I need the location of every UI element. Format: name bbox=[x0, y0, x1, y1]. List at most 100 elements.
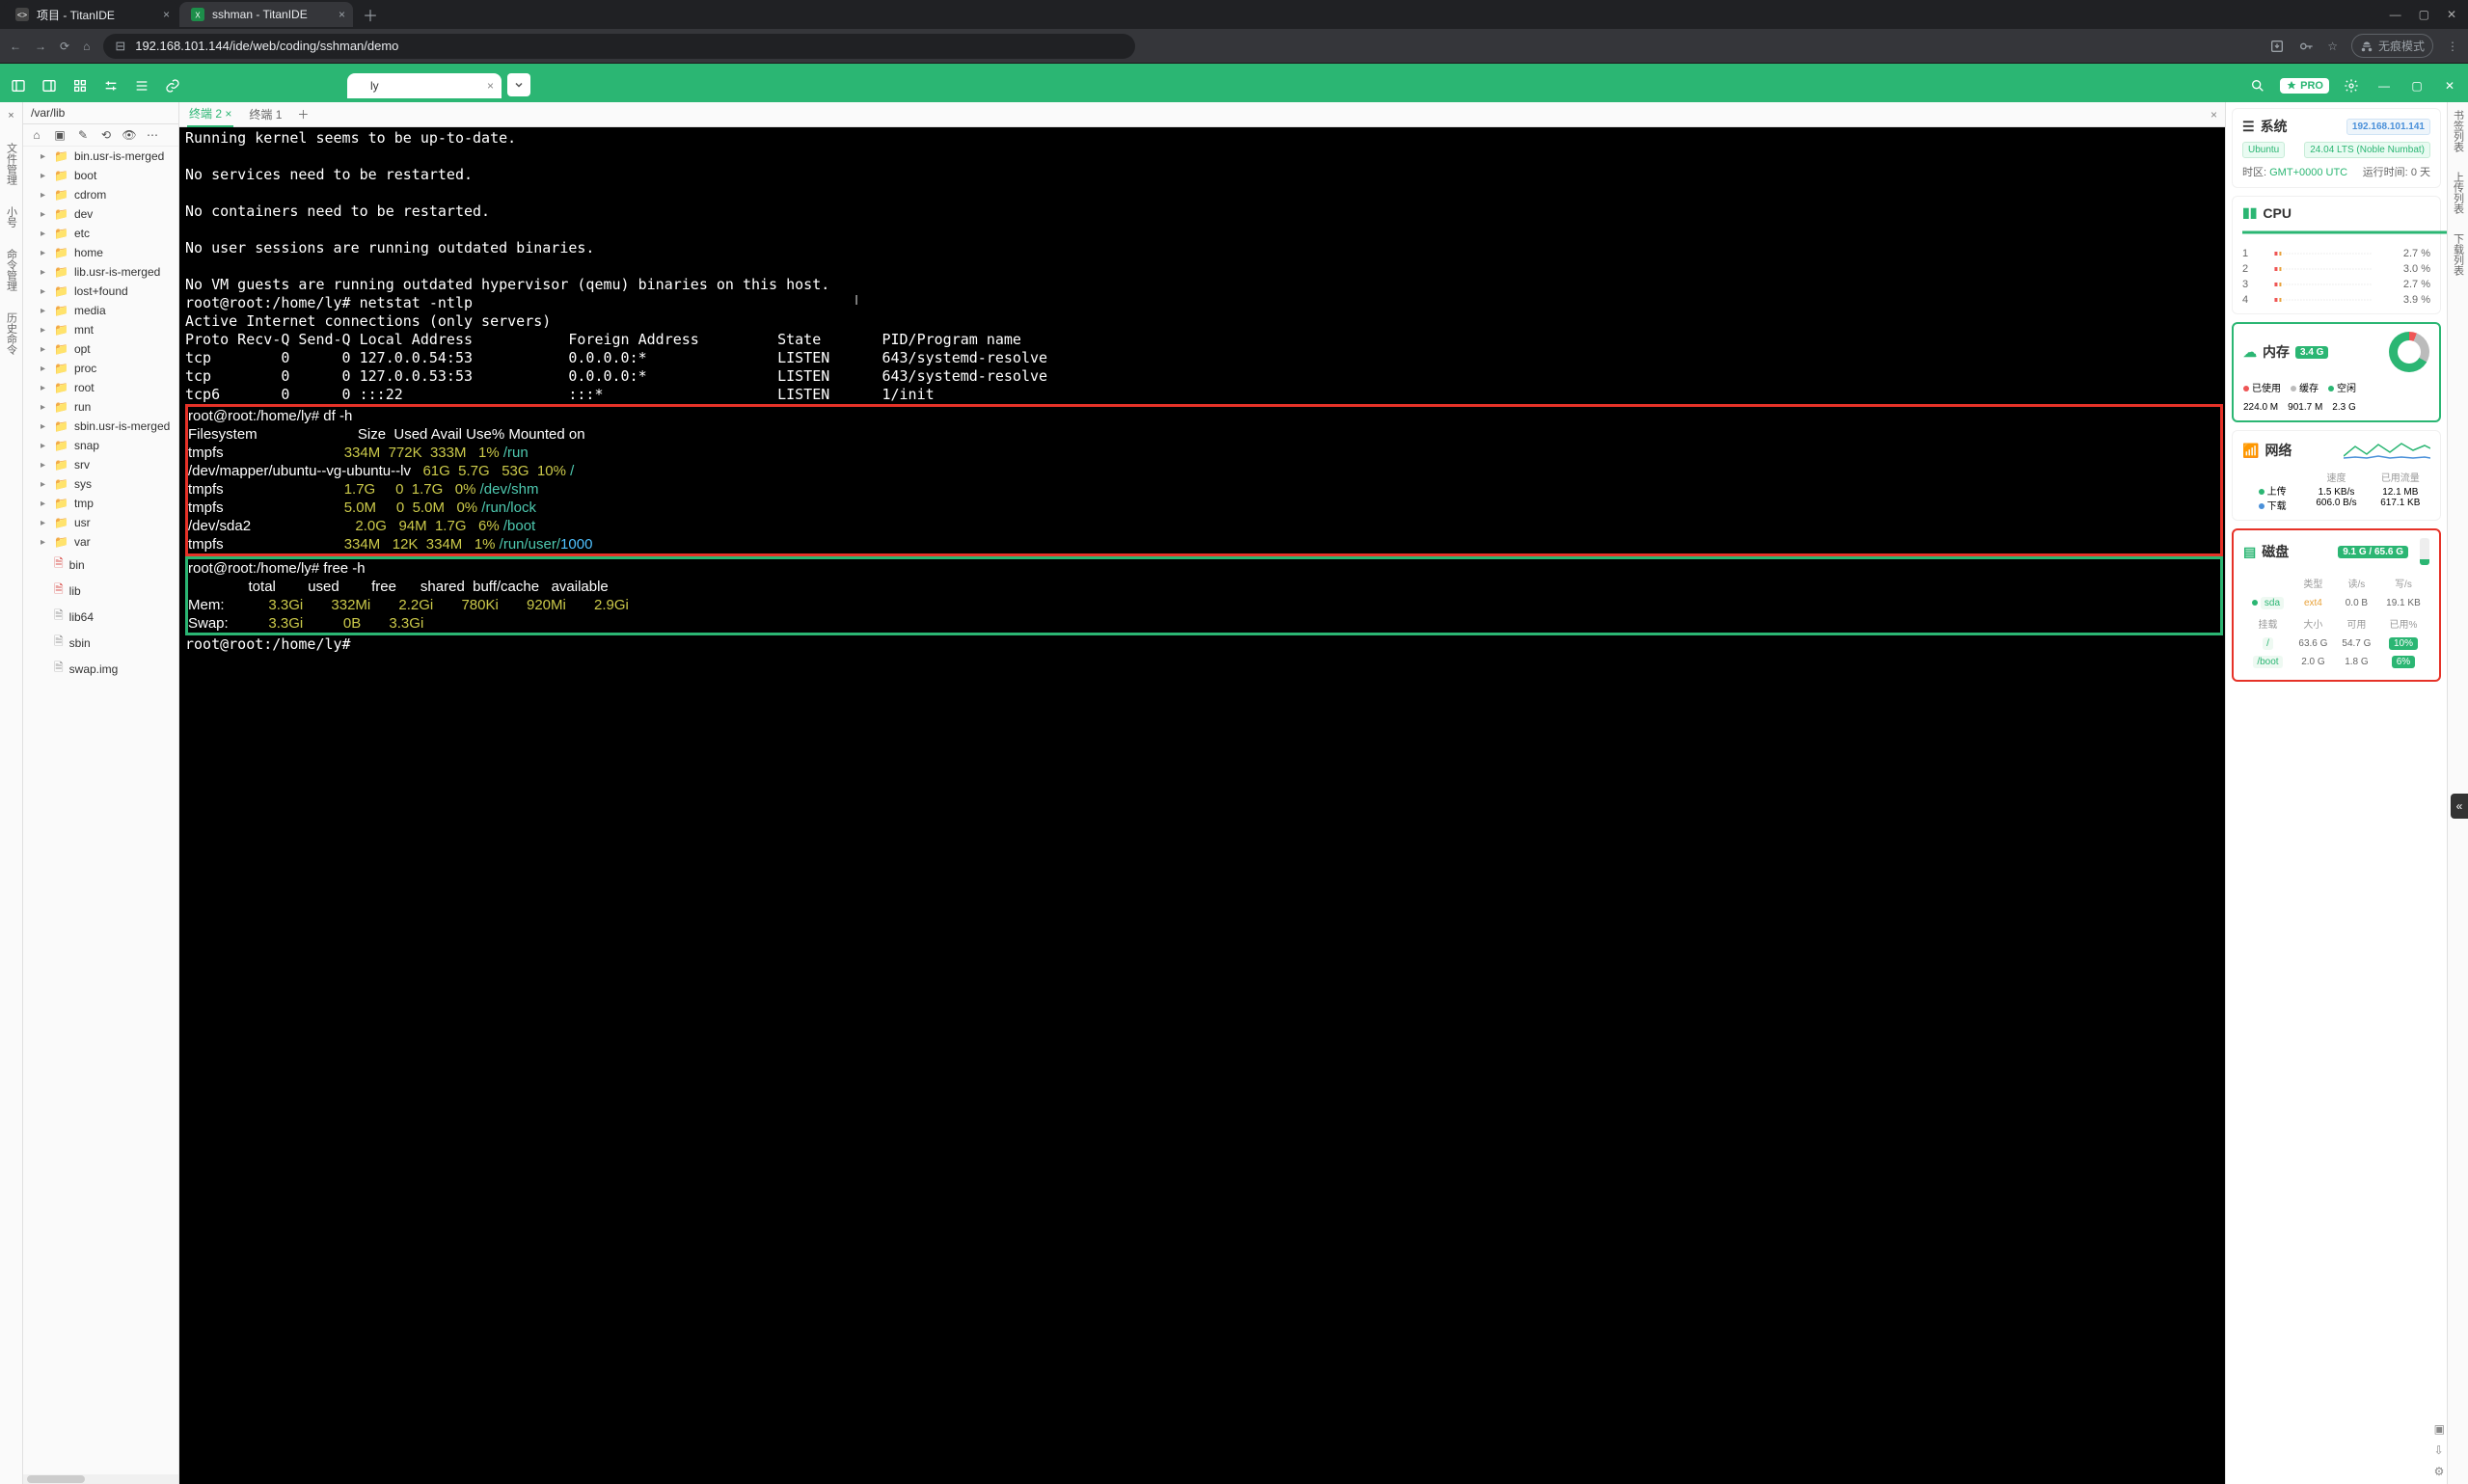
file-tree-item[interactable]: ▸📁bin.usr-is-merged bbox=[23, 147, 178, 166]
file-tree-list[interactable]: ▸📁bin.usr-is-merged▸📁boot▸📁cdrom▸📁dev▸📁e… bbox=[23, 147, 178, 1474]
terminal-tab-1[interactable]: 终端 1 bbox=[247, 102, 284, 126]
pro-badge[interactable]: PRO bbox=[2280, 78, 2329, 94]
close-icon[interactable]: × bbox=[163, 8, 170, 21]
sliders-icon[interactable] bbox=[100, 75, 122, 96]
minimize-icon[interactable]: — bbox=[2390, 8, 2401, 21]
rail-alt[interactable]: 小号 bbox=[4, 206, 19, 228]
reload-icon[interactable]: ⟳ bbox=[60, 40, 69, 53]
close-terminal-panel-icon[interactable]: × bbox=[2210, 108, 2217, 121]
close-icon[interactable]: × bbox=[339, 8, 345, 21]
new-file-icon[interactable]: ✎ bbox=[75, 128, 91, 142]
file-tree-item[interactable]: ▸📁cdrom bbox=[23, 185, 178, 204]
bookmark-icon[interactable]: ☆ bbox=[2327, 40, 2338, 53]
file-tree-item[interactable]: ▸📁usr bbox=[23, 513, 178, 532]
rail-files[interactable]: 文件管理 bbox=[4, 143, 19, 185]
file-tree-item[interactable]: ▸📁tmp bbox=[23, 494, 178, 513]
rail-history[interactable]: 历史命令 bbox=[4, 312, 19, 355]
rail-cmd[interactable]: 命令管理 bbox=[4, 249, 19, 291]
terminal-tab-2[interactable]: 终端 2 × bbox=[187, 101, 233, 127]
file-tree-item[interactable]: ▸📁lost+found bbox=[23, 282, 178, 301]
eye-icon[interactable]: 👁 bbox=[122, 128, 137, 142]
minimize-icon[interactable]: — bbox=[2373, 75, 2395, 96]
new-tab-button[interactable]: ＋ bbox=[363, 3, 378, 26]
password-icon[interactable] bbox=[2298, 39, 2314, 54]
file-tree-item[interactable]: 🗎lib bbox=[23, 578, 178, 604]
install-icon[interactable] bbox=[2269, 39, 2285, 54]
file-tree-item[interactable]: ▸📁dev bbox=[23, 204, 178, 224]
close-window-icon[interactable]: ✕ bbox=[2447, 8, 2456, 21]
code-favicon-icon: <> bbox=[15, 8, 29, 21]
refresh-icon[interactable]: ⟲ bbox=[98, 128, 114, 142]
file-tree-item[interactable]: 🗎sbin bbox=[23, 630, 178, 656]
file-tree-item-label: run bbox=[74, 400, 91, 414]
disk-read: 0.0 B bbox=[2336, 595, 2377, 611]
file-tree-item[interactable]: ▸📁home bbox=[23, 243, 178, 262]
file-tree-item[interactable]: ▸📁srv bbox=[23, 455, 178, 474]
add-terminal-button[interactable]: ＋ bbox=[297, 106, 309, 122]
settings-icon[interactable]: ⚙ bbox=[2434, 1465, 2445, 1478]
search-icon[interactable] bbox=[2247, 75, 2268, 96]
layout-icon[interactable]: ▣ bbox=[2434, 1422, 2445, 1436]
file-tree-item[interactable]: ▸📁var bbox=[23, 532, 178, 552]
rail-upload[interactable]: 上传列表 bbox=[2451, 172, 2466, 214]
panel-right-icon[interactable] bbox=[39, 75, 60, 96]
close-icon[interactable]: ✕ bbox=[2439, 75, 2460, 96]
terminal-output[interactable]: Running kernel seems to be up-to-date. N… bbox=[179, 127, 2225, 1484]
address-bar[interactable]: ⊟ 192.168.101.144/ide/web/coding/sshman/… bbox=[103, 34, 1135, 59]
file-tree-item[interactable]: ▸📁sbin.usr-is-merged bbox=[23, 417, 178, 436]
incognito-badge[interactable]: 无痕模式 bbox=[2351, 34, 2433, 58]
forward-icon[interactable]: → bbox=[35, 40, 46, 53]
close-icon[interactable]: × bbox=[8, 110, 14, 121]
file-tree-item[interactable]: ▸📁etc bbox=[23, 224, 178, 243]
browser-tab-2[interactable]: X sshman - TitanIDE × bbox=[179, 2, 353, 27]
browser-tab-1[interactable]: <> 项目 - TitanIDE × bbox=[4, 1, 177, 29]
disk-title: 磁盘 bbox=[2262, 542, 2289, 561]
file-tree-item[interactable]: ▸📁run bbox=[23, 397, 178, 417]
ip-chip[interactable]: 192.168.101.141 bbox=[2346, 119, 2430, 135]
panel-left-icon[interactable] bbox=[8, 75, 29, 96]
uptime-value: 0 天 bbox=[2411, 167, 2430, 178]
left-rail: × 文件管理 小号 命令管理 历史命令 bbox=[0, 102, 23, 1484]
file-tree-item[interactable]: ▸📁mnt bbox=[23, 320, 178, 339]
collapse-panel-button[interactable]: « bbox=[2451, 794, 2468, 819]
disk-badge: 9.1 G / 65.6 G bbox=[2338, 546, 2408, 558]
caret-icon: ▸ bbox=[41, 306, 48, 316]
site-info-icon[interactable]: ⊟ bbox=[115, 39, 125, 54]
scrollbar-horizontal[interactable] bbox=[23, 1474, 178, 1484]
maximize-icon[interactable]: ▢ bbox=[2406, 75, 2427, 96]
caret-icon: ▸ bbox=[41, 209, 48, 220]
file-tree-item[interactable]: 🗎lib64 bbox=[23, 604, 178, 630]
file-tree-item[interactable]: ▸📁sys bbox=[23, 474, 178, 494]
rail-bookmark[interactable]: 书签列表 bbox=[2451, 110, 2466, 152]
app-toolbar-wrapper: ly × PRO — ▢ ✕ bbox=[0, 64, 2468, 102]
up-icon[interactable]: ▣ bbox=[52, 128, 68, 142]
grid-icon[interactable] bbox=[69, 75, 91, 96]
home-icon[interactable]: ⌂ bbox=[29, 128, 44, 142]
close-icon[interactable]: × bbox=[487, 79, 494, 93]
menu-icon[interactable]: ⋮ bbox=[2447, 40, 2458, 53]
tab-overflow-button[interactable] bbox=[507, 73, 530, 96]
file-tree-item[interactable]: ▸📁proc bbox=[23, 359, 178, 378]
list-icon[interactable] bbox=[131, 75, 152, 96]
file-tree-item[interactable]: 🗎bin bbox=[23, 552, 178, 578]
file-tree-item[interactable]: ▸📁opt bbox=[23, 339, 178, 359]
more-icon[interactable]: ⋯ bbox=[145, 128, 160, 142]
cpu-core-bar bbox=[2254, 250, 2392, 257]
rail-download[interactable]: 下载列表 bbox=[2451, 233, 2466, 276]
file-tree-item[interactable]: ▸📁lib.usr-is-merged bbox=[23, 262, 178, 282]
file-tree-item[interactable]: ▸📁snap bbox=[23, 436, 178, 455]
breadcrumb[interactable]: /var/lib bbox=[23, 102, 178, 124]
cpu-core-pct: 3.0 % bbox=[2398, 263, 2430, 275]
file-tree-item[interactable]: 🗎swap.img bbox=[23, 656, 178, 682]
editor-tab-ly[interactable]: ly × bbox=[347, 73, 502, 98]
file-tree-item[interactable]: ▸📁boot bbox=[23, 166, 178, 185]
home-icon[interactable]: ⌂ bbox=[83, 40, 90, 53]
link-icon[interactable] bbox=[162, 75, 183, 96]
download-icon[interactable]: ⇩ bbox=[2434, 1444, 2445, 1457]
back-icon[interactable]: ← bbox=[10, 40, 21, 53]
gear-icon[interactable] bbox=[2341, 75, 2362, 96]
maximize-icon[interactable]: ▢ bbox=[2419, 8, 2429, 21]
cpu-core-row: 2 3.0 % bbox=[2242, 263, 2430, 275]
file-tree-item[interactable]: ▸📁media bbox=[23, 301, 178, 320]
file-tree-item[interactable]: ▸📁root bbox=[23, 378, 178, 397]
